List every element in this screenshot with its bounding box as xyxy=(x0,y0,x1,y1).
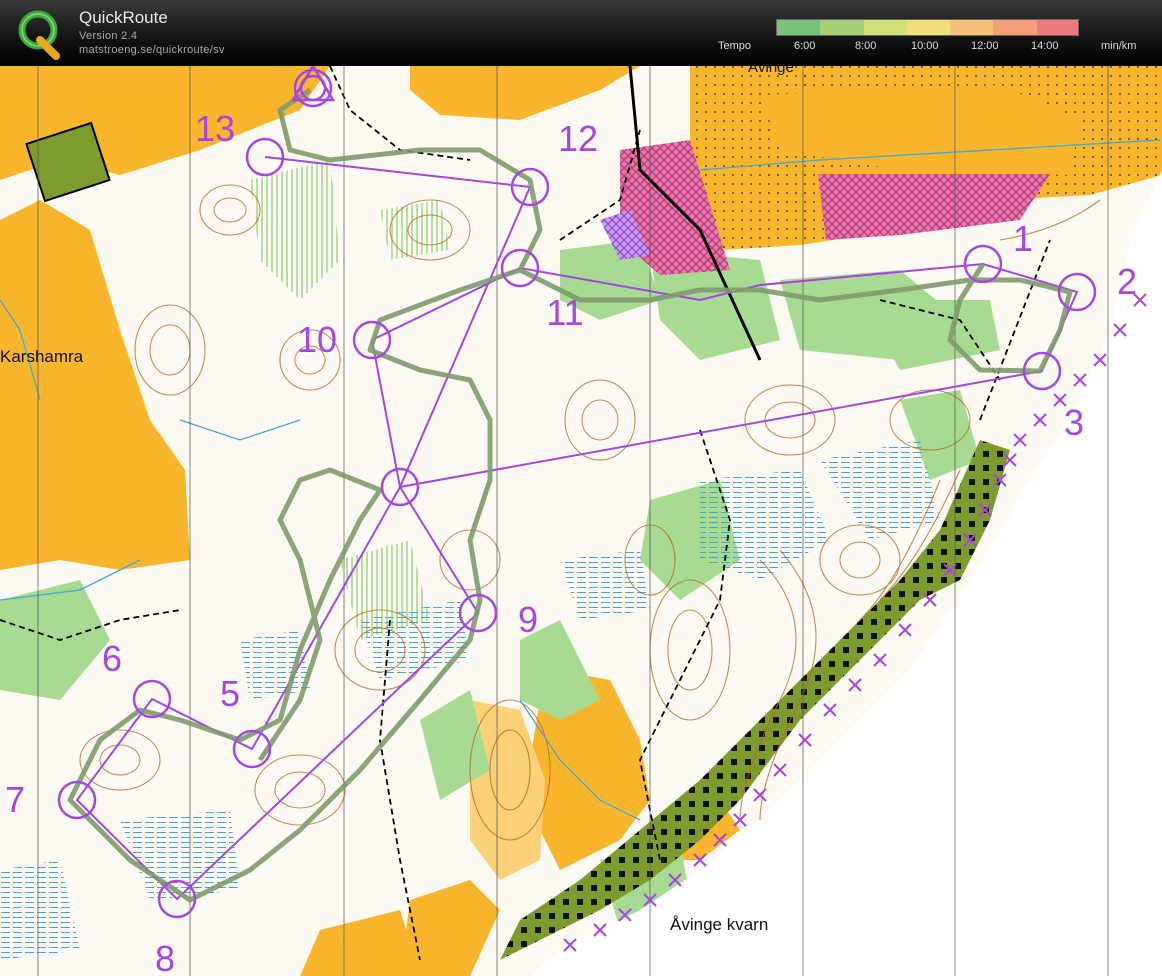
app-version: Version 2.4 xyxy=(79,30,138,42)
pace-tick: 14:00 xyxy=(1031,40,1059,52)
control-number: 12 xyxy=(558,118,598,159)
pace-legend-label: Tempo xyxy=(718,40,752,52)
control-number: 13 xyxy=(195,108,235,149)
control-number: 1 xyxy=(1013,218,1033,259)
pace-color-segment xyxy=(906,20,952,35)
orienteering-map[interactable]: 1 2 3 5 6 7 8 9 10 11 12 13 Karshamra Åvinge kvarn … xyxy=(0,66,1162,976)
quickroute-q-logo-icon: Q xyxy=(18,10,60,60)
control-number: 7 xyxy=(5,779,25,820)
app-url-link[interactable]: matstroeng.se/quickroute/sv xyxy=(79,44,225,56)
control-number: 11 xyxy=(546,292,583,333)
place-name-avinge: Åvinge xyxy=(748,66,794,76)
map-canvas[interactable]: 1235678910111213 Karshamra Åvinge kvarn … xyxy=(0,66,1162,976)
pace-tick: 6:00 xyxy=(794,40,816,52)
app-header: Q QuickRoute Version 2.4 matstroeng.se/q… xyxy=(0,0,1162,66)
pace-tick: 8:00 xyxy=(855,40,877,52)
pace-color-segment xyxy=(863,20,908,35)
control-number: 3 xyxy=(1064,402,1084,443)
pace-color-scale xyxy=(776,19,1079,36)
pace-tick: 10:00 xyxy=(911,40,939,52)
control-number: 9 xyxy=(518,599,538,640)
place-name-karshamra: Karshamra xyxy=(0,347,84,366)
control-number: 6 xyxy=(102,638,122,679)
control-number: 8 xyxy=(155,938,175,976)
control-number: 2 xyxy=(1117,261,1137,302)
control-number: 10 xyxy=(297,319,337,360)
pace-unit-label: min/km xyxy=(1101,40,1137,52)
pace-color-segment xyxy=(993,20,1038,35)
pace-color-segment xyxy=(820,20,865,35)
pace-color-segment xyxy=(1036,20,1078,35)
control-number: 5 xyxy=(220,673,240,714)
app-title: QuickRoute xyxy=(79,8,168,27)
pace-tick: 12:00 xyxy=(971,40,999,52)
pace-color-segment xyxy=(777,20,822,35)
place-name-avinge-kvarn: Åvinge kvarn xyxy=(670,915,768,934)
pace-color-segment xyxy=(950,20,995,35)
